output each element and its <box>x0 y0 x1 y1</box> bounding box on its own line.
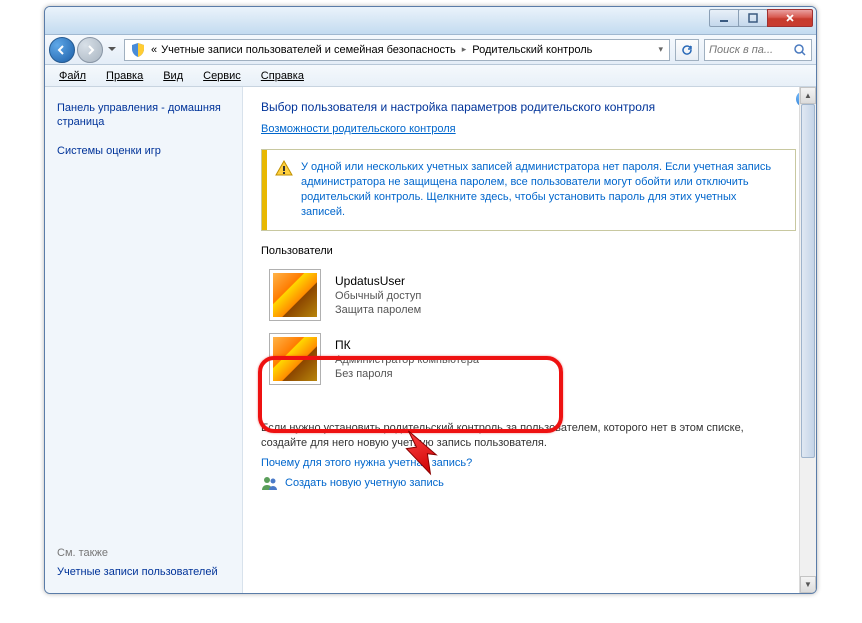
search-placeholder: Поиск в па... <box>709 44 773 56</box>
navbar: « Учетные записи пользователей и семейна… <box>45 35 816 65</box>
menu-tools[interactable]: Сервис <box>195 68 249 84</box>
avatar <box>269 333 321 385</box>
sidebar-link-accounts[interactable]: Учетные записи пользователей <box>57 561 230 583</box>
sidebar-link-ratings[interactable]: Системы оценки игр <box>57 140 230 162</box>
see-also-label: См. также <box>57 541 230 561</box>
breadcrumb-1[interactable]: Учетные записи пользователей и семейная … <box>159 44 458 56</box>
scroll-up-button[interactable]: ▲ <box>800 87 816 104</box>
sidebar-link-home[interactable]: Панель управления - домашняя страница <box>57 97 230 134</box>
menu-help[interactable]: Справка <box>253 68 312 84</box>
breadcrumb-prefix: « <box>149 44 159 56</box>
avatar <box>269 269 321 321</box>
titlebar <box>45 7 816 35</box>
menu-view[interactable]: Вид <box>155 68 191 84</box>
window: « Учетные записи пользователей и семейна… <box>44 6 817 594</box>
search-input[interactable]: Поиск в па... <box>704 39 812 61</box>
window-buttons <box>709 9 813 27</box>
scroll-track[interactable] <box>800 104 816 576</box>
sidebar: Панель управления - домашняя страница Си… <box>45 87 243 593</box>
minimize-button[interactable] <box>709 9 739 27</box>
why-account-link[interactable]: Почему для этого нужна учетная запись? <box>261 457 798 469</box>
hint-text: Если нужно установить родительский контр… <box>261 421 798 452</box>
body: Панель управления - домашняя страница Си… <box>45 87 816 593</box>
scroll-down-button[interactable]: ▼ <box>800 576 816 593</box>
user-password: Без пароля <box>335 368 479 380</box>
page-title: Выбор пользователя и настройка параметро… <box>261 99 798 115</box>
shield-icon <box>130 42 146 58</box>
users-label: Пользователи <box>261 245 798 257</box>
nav-history-dropdown[interactable] <box>105 39 119 61</box>
chevron-right-icon[interactable]: ▸ <box>458 44 471 55</box>
maximize-button[interactable] <box>738 9 768 27</box>
menu-file[interactable]: Файл <box>51 68 94 84</box>
menubar: Файл Правка Вид Сервис Справка <box>45 65 816 87</box>
scrollbar[interactable]: ▲ ▼ <box>799 87 816 593</box>
user-access: Администратор компьютера <box>335 354 479 366</box>
close-button[interactable] <box>767 9 813 27</box>
warning-text[interactable]: У одной или нескольких учетных записей а… <box>301 160 783 219</box>
address-bar[interactable]: « Учетные записи пользователей и семейна… <box>124 39 670 61</box>
user-password: Защита паролем <box>335 304 421 316</box>
user-access: Обычный доступ <box>335 290 421 302</box>
user-row-updatus[interactable]: UpdatusUser Обычный доступ Защита пароле… <box>261 263 521 327</box>
scroll-thumb[interactable] <box>801 104 815 458</box>
user-row-pk[interactable]: ПК Администратор компьютера Без пароля <box>261 327 521 391</box>
warning-icon <box>275 160 293 178</box>
user-name: UpdatusUser <box>335 274 421 288</box>
forward-button[interactable] <box>77 37 103 63</box>
refresh-button[interactable] <box>675 39 699 61</box>
search-icon <box>793 43 807 57</box>
capabilities-link[interactable]: Возможности родительского контроля <box>261 123 456 135</box>
back-button[interactable] <box>49 37 75 63</box>
people-icon <box>261 475 279 491</box>
create-account-link[interactable]: Создать новую учетную запись <box>285 477 444 489</box>
menu-edit[interactable]: Правка <box>98 68 151 84</box>
user-name: ПК <box>335 338 479 352</box>
warning-box[interactable]: У одной или нескольких учетных записей а… <box>261 149 796 230</box>
breadcrumb-2[interactable]: Родительский контроль <box>470 44 594 56</box>
chevron-dropdown-icon[interactable]: ▾ <box>654 44 667 55</box>
content: ? ▲ ▼ Выбор пользователя и настройка пар… <box>243 87 816 593</box>
